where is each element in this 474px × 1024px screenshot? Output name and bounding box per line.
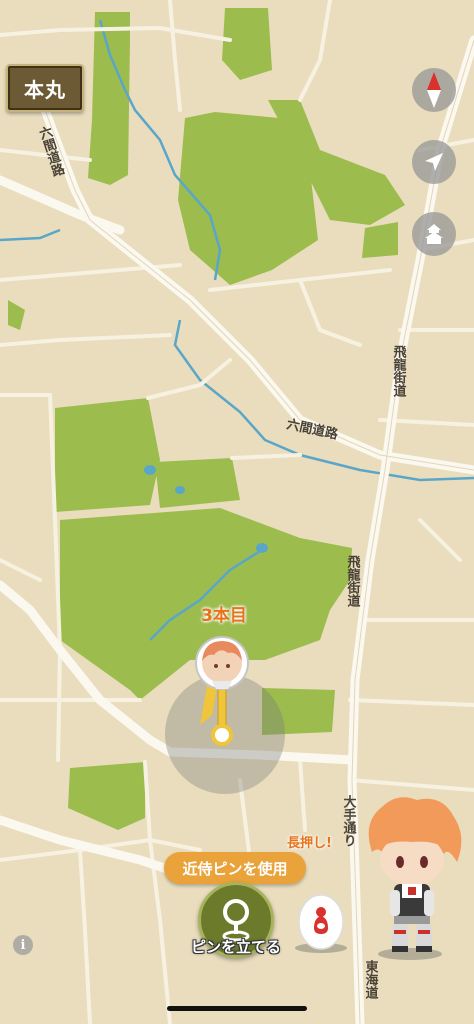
location-button[interactable]: 本丸 [6,64,84,112]
road-label-hiryu-upper: 飛龍街道 [391,345,408,398]
place-pin-label: ピンを立てる [190,938,281,956]
road-label-hiryu-lower: 飛龍街道 [345,555,362,608]
long-press-hint: 長押し! [287,836,332,851]
location-arrow-icon [425,153,443,171]
castle-icon [425,224,443,244]
road-label-tokai: 東海道 [363,959,379,1000]
locate-button[interactable] [412,140,456,184]
use-attendant-pin-button[interactable]: 近侍ピンを使用 [164,852,306,892]
compass-button[interactable] [412,68,456,112]
park [55,398,160,512]
attendant-character[interactable] [352,792,472,962]
compass-icon [427,72,441,108]
egg-item-button[interactable] [292,888,350,954]
home-indicator [167,1006,307,1011]
castle-button[interactable] [412,212,456,256]
park [155,458,240,508]
park [88,12,130,185]
pin-count-label: 3本目 [201,606,247,626]
pin-marker[interactable] [190,633,254,748]
info-button[interactable]: i [13,935,33,955]
